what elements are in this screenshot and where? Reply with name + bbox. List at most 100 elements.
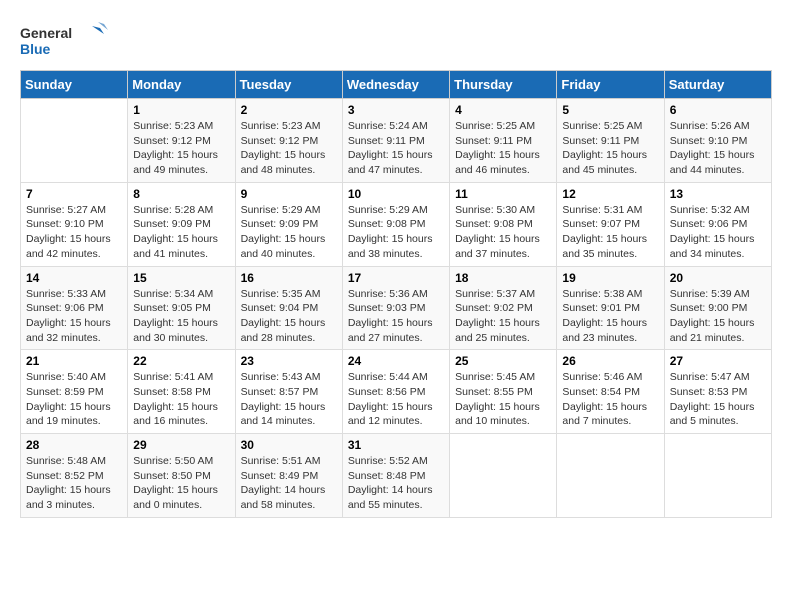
calendar-cell: 6 Sunrise: 5:26 AMSunset: 9:10 PMDaylight… bbox=[664, 99, 771, 183]
calendar-cell: 13 Sunrise: 5:32 AMSunset: 9:06 PMDayligh… bbox=[664, 182, 771, 266]
calendar-cell: 30 Sunrise: 5:51 AMSunset: 8:49 PMDayligh… bbox=[235, 434, 342, 518]
day-detail: Sunrise: 5:23 AMSunset: 9:12 PMDaylight:… bbox=[133, 119, 229, 178]
calendar-table: SundayMondayTuesdayWednesdayThursdayFrid… bbox=[20, 70, 772, 518]
day-number: 20 bbox=[670, 271, 766, 285]
day-number: 26 bbox=[562, 354, 658, 368]
day-detail: Sunrise: 5:30 AMSunset: 9:08 PMDaylight:… bbox=[455, 203, 551, 262]
column-header-friday: Friday bbox=[557, 71, 664, 99]
calendar-cell: 18 Sunrise: 5:37 AMSunset: 9:02 PMDayligh… bbox=[450, 266, 557, 350]
calendar-cell: 8Sunrise: 5:28 AMSunset: 9:09 PMDaylight… bbox=[128, 182, 235, 266]
calendar-cell: 28 Sunrise: 5:48 AMSunset: 8:52 PMDayligh… bbox=[21, 434, 128, 518]
day-number: 31 bbox=[348, 438, 444, 452]
calendar-week-1: 1 Sunrise: 5:23 AMSunset: 9:12 PMDaylight… bbox=[21, 99, 772, 183]
day-detail: Sunrise: 5:26 AMSunset: 9:10 PMDaylight:… bbox=[670, 119, 766, 178]
day-detail: Sunrise: 5:50 AMSunset: 8:50 PMDaylight:… bbox=[133, 454, 229, 513]
calendar-cell: 29 Sunrise: 5:50 AMSunset: 8:50 PMDayligh… bbox=[128, 434, 235, 518]
calendar-cell: 21 Sunrise: 5:40 AMSunset: 8:59 PMDayligh… bbox=[21, 350, 128, 434]
day-detail: Sunrise: 5:52 AMSunset: 8:48 PMDaylight:… bbox=[348, 454, 444, 513]
calendar-cell: 31 Sunrise: 5:52 AMSunset: 8:48 PMDayligh… bbox=[342, 434, 449, 518]
day-number: 6 bbox=[670, 103, 766, 117]
day-number: 4 bbox=[455, 103, 551, 117]
day-detail: Sunrise: 5:35 AMSunset: 9:04 PMDaylight:… bbox=[241, 287, 337, 346]
calendar-cell: 27Sunrise: 5:47 AMSunset: 8:53 PMDayligh… bbox=[664, 350, 771, 434]
calendar-cell: 10Sunrise: 5:29 AMSunset: 9:08 PMDayligh… bbox=[342, 182, 449, 266]
day-number: 30 bbox=[241, 438, 337, 452]
column-header-sunday: Sunday bbox=[21, 71, 128, 99]
day-number: 16 bbox=[241, 271, 337, 285]
day-number: 21 bbox=[26, 354, 122, 368]
calendar-cell: 17 Sunrise: 5:36 AMSunset: 9:03 PMDayligh… bbox=[342, 266, 449, 350]
day-number: 13 bbox=[670, 187, 766, 201]
day-number: 14 bbox=[26, 271, 122, 285]
calendar-week-2: 7 Sunrise: 5:27 AMSunset: 9:10 PMDaylight… bbox=[21, 182, 772, 266]
day-number: 15 bbox=[133, 271, 229, 285]
svg-text:Blue: Blue bbox=[20, 41, 51, 57]
day-number: 12 bbox=[562, 187, 658, 201]
day-number: 5 bbox=[562, 103, 658, 117]
day-number: 7 bbox=[26, 187, 122, 201]
day-number: 2 bbox=[241, 103, 337, 117]
day-number: 1 bbox=[133, 103, 229, 117]
calendar-week-5: 28 Sunrise: 5:48 AMSunset: 8:52 PMDayligh… bbox=[21, 434, 772, 518]
day-detail: Sunrise: 5:46 AMSunset: 8:54 PMDaylight:… bbox=[562, 370, 658, 429]
day-detail: Sunrise: 5:24 AMSunset: 9:11 PMDaylight:… bbox=[348, 119, 444, 178]
calendar-cell: 20 Sunrise: 5:39 AMSunset: 9:00 PMDayligh… bbox=[664, 266, 771, 350]
calendar-week-4: 21 Sunrise: 5:40 AMSunset: 8:59 PMDayligh… bbox=[21, 350, 772, 434]
day-detail: Sunrise: 5:44 AMSunset: 8:56 PMDaylight:… bbox=[348, 370, 444, 429]
day-detail: Sunrise: 5:48 AMSunset: 8:52 PMDaylight:… bbox=[26, 454, 122, 513]
logo: General Blue bbox=[20, 20, 110, 60]
calendar-cell: 19 Sunrise: 5:38 AMSunset: 9:01 PMDayligh… bbox=[557, 266, 664, 350]
calendar-cell: 12 Sunrise: 5:31 AMSunset: 9:07 PMDayligh… bbox=[557, 182, 664, 266]
day-number: 9 bbox=[241, 187, 337, 201]
calendar-cell: 4 Sunrise: 5:25 AMSunset: 9:11 PMDaylight… bbox=[450, 99, 557, 183]
calendar-cell: 26 Sunrise: 5:46 AMSunset: 8:54 PMDayligh… bbox=[557, 350, 664, 434]
day-number: 25 bbox=[455, 354, 551, 368]
column-header-saturday: Saturday bbox=[664, 71, 771, 99]
day-detail: Sunrise: 5:40 AMSunset: 8:59 PMDaylight:… bbox=[26, 370, 122, 429]
column-header-thursday: Thursday bbox=[450, 71, 557, 99]
day-number: 27 bbox=[670, 354, 766, 368]
day-number: 28 bbox=[26, 438, 122, 452]
logo-svg: General Blue bbox=[20, 20, 110, 60]
calendar-cell bbox=[450, 434, 557, 518]
calendar-cell: 22Sunrise: 5:41 AMSunset: 8:58 PMDayligh… bbox=[128, 350, 235, 434]
calendar-week-3: 14 Sunrise: 5:33 AMSunset: 9:06 PMDayligh… bbox=[21, 266, 772, 350]
day-detail: Sunrise: 5:29 AMSunset: 9:09 PMDaylight:… bbox=[241, 203, 337, 262]
day-number: 17 bbox=[348, 271, 444, 285]
day-detail: Sunrise: 5:33 AMSunset: 9:06 PMDaylight:… bbox=[26, 287, 122, 346]
svg-text:General: General bbox=[20, 25, 72, 41]
calendar-cell: 2Sunrise: 5:23 AMSunset: 9:12 PMDaylight… bbox=[235, 99, 342, 183]
day-detail: Sunrise: 5:38 AMSunset: 9:01 PMDaylight:… bbox=[562, 287, 658, 346]
day-number: 10 bbox=[348, 187, 444, 201]
calendar-cell: 1 Sunrise: 5:23 AMSunset: 9:12 PMDaylight… bbox=[128, 99, 235, 183]
column-header-monday: Monday bbox=[128, 71, 235, 99]
day-detail: Sunrise: 5:37 AMSunset: 9:02 PMDaylight:… bbox=[455, 287, 551, 346]
calendar-cell: 3Sunrise: 5:24 AMSunset: 9:11 PMDaylight… bbox=[342, 99, 449, 183]
day-detail: Sunrise: 5:25 AMSunset: 9:11 PMDaylight:… bbox=[455, 119, 551, 178]
day-number: 22 bbox=[133, 354, 229, 368]
calendar-cell: 7 Sunrise: 5:27 AMSunset: 9:10 PMDaylight… bbox=[21, 182, 128, 266]
day-number: 19 bbox=[562, 271, 658, 285]
calendar-cell bbox=[21, 99, 128, 183]
day-detail: Sunrise: 5:43 AMSunset: 8:57 PMDaylight:… bbox=[241, 370, 337, 429]
day-detail: Sunrise: 5:31 AMSunset: 9:07 PMDaylight:… bbox=[562, 203, 658, 262]
day-detail: Sunrise: 5:25 AMSunset: 9:11 PMDaylight:… bbox=[562, 119, 658, 178]
day-number: 23 bbox=[241, 354, 337, 368]
column-header-wednesday: Wednesday bbox=[342, 71, 449, 99]
calendar-cell: 9 Sunrise: 5:29 AMSunset: 9:09 PMDaylight… bbox=[235, 182, 342, 266]
day-detail: Sunrise: 5:51 AMSunset: 8:49 PMDaylight:… bbox=[241, 454, 337, 513]
calendar-cell: 15Sunrise: 5:34 AMSunset: 9:05 PMDayligh… bbox=[128, 266, 235, 350]
day-detail: Sunrise: 5:27 AMSunset: 9:10 PMDaylight:… bbox=[26, 203, 122, 262]
day-detail: Sunrise: 5:39 AMSunset: 9:00 PMDaylight:… bbox=[670, 287, 766, 346]
calendar-cell: 11Sunrise: 5:30 AMSunset: 9:08 PMDayligh… bbox=[450, 182, 557, 266]
day-detail: Sunrise: 5:36 AMSunset: 9:03 PMDaylight:… bbox=[348, 287, 444, 346]
calendar-cell: 23 Sunrise: 5:43 AMSunset: 8:57 PMDayligh… bbox=[235, 350, 342, 434]
day-number: 18 bbox=[455, 271, 551, 285]
day-number: 29 bbox=[133, 438, 229, 452]
page-header: General Blue bbox=[20, 20, 772, 60]
calendar-cell: 14 Sunrise: 5:33 AMSunset: 9:06 PMDayligh… bbox=[21, 266, 128, 350]
calendar-cell: 25Sunrise: 5:45 AMSunset: 8:55 PMDayligh… bbox=[450, 350, 557, 434]
calendar-cell bbox=[664, 434, 771, 518]
calendar-cell: 5 Sunrise: 5:25 AMSunset: 9:11 PMDaylight… bbox=[557, 99, 664, 183]
day-detail: Sunrise: 5:32 AMSunset: 9:06 PMDaylight:… bbox=[670, 203, 766, 262]
